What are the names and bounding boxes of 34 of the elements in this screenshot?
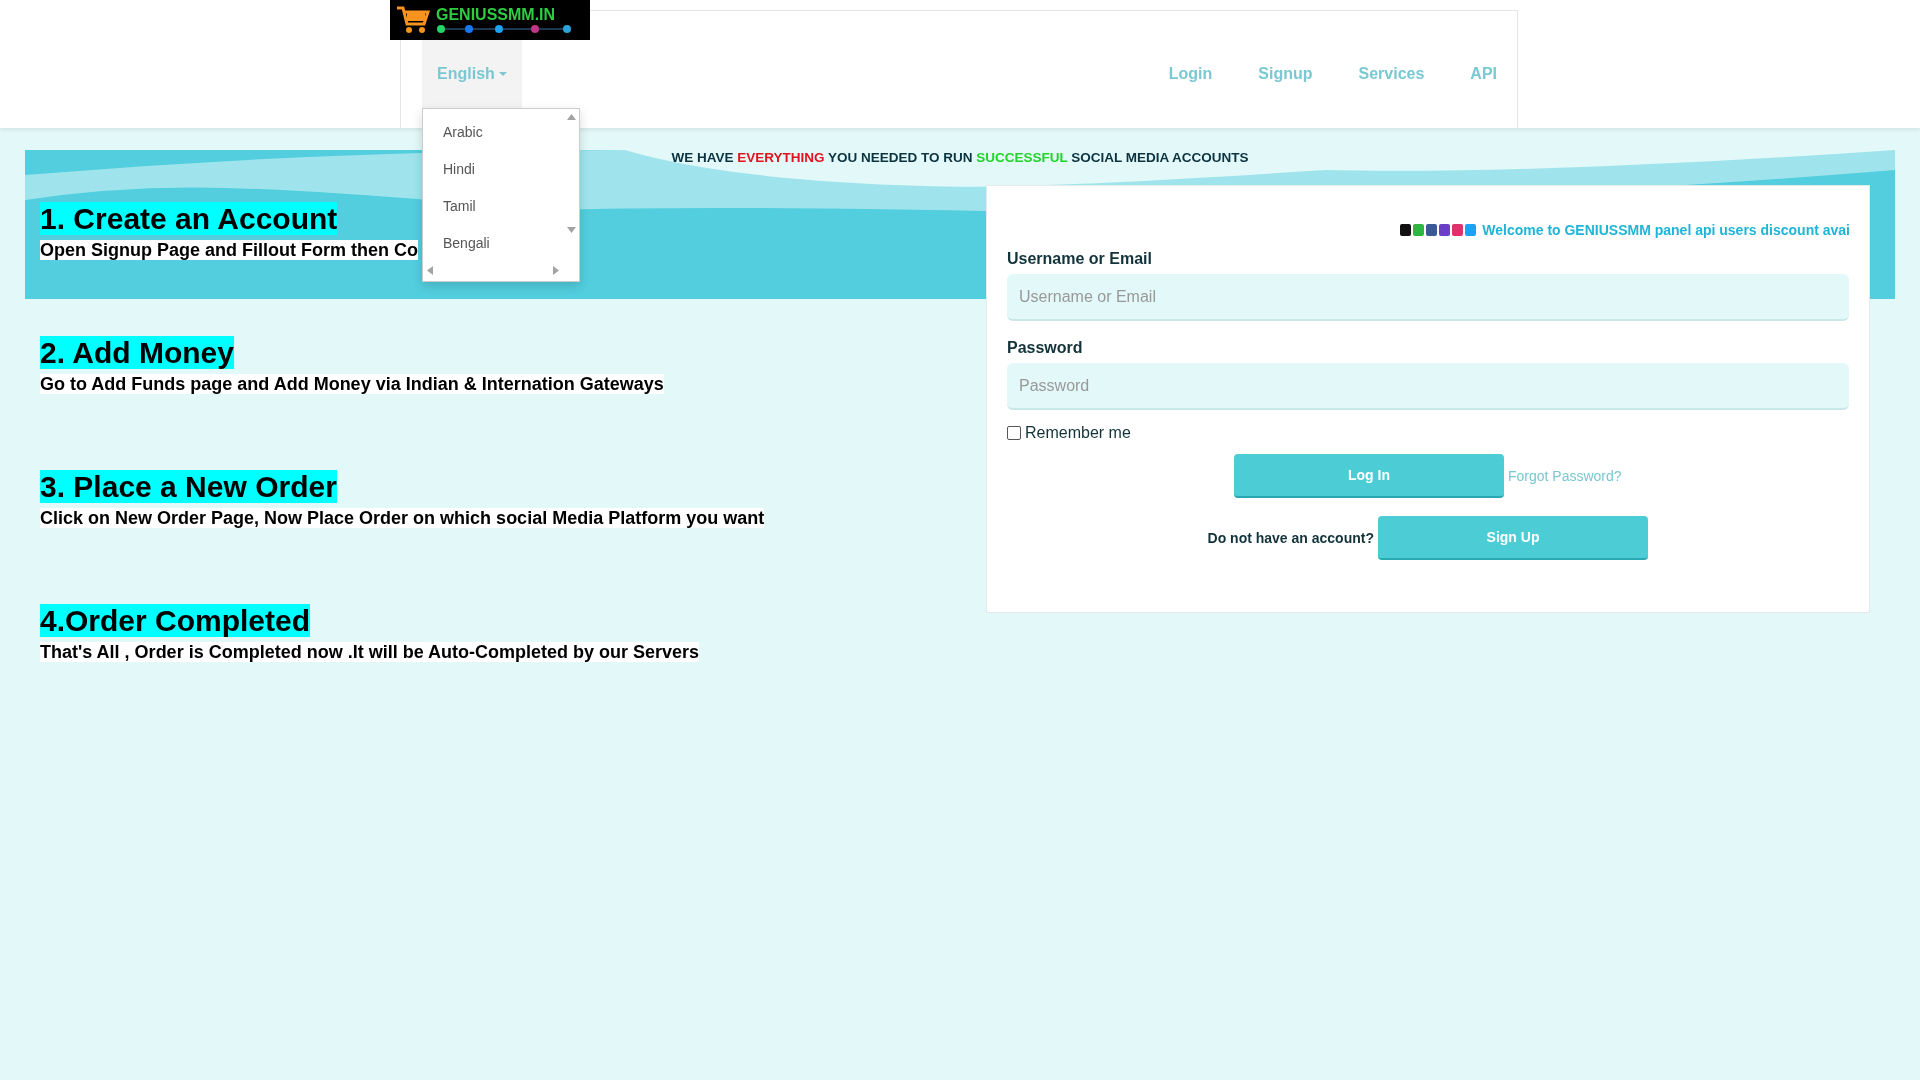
logo-text: GENIUSSMM.IN <box>436 6 557 24</box>
language-option[interactable]: Tamil <box>423 188 579 225</box>
nav-link[interactable]: Signup <box>1258 65 1313 83</box>
language-option[interactable]: Hindi <box>423 151 579 188</box>
signup-button[interactable]: Sign Up <box>1378 516 1648 560</box>
language-option[interactable]: Bengali <box>423 225 579 262</box>
step-description: Click on New Order Page, Now Place Order on which social Media Platform you want <box>40 508 765 528</box>
nav-link[interactable]: Login <box>1168 65 1213 83</box>
shopping-cart-icon <box>396 5 430 35</box>
scroll-left-icon[interactable] <box>427 266 433 275</box>
scroll-down-icon[interactable] <box>567 227 576 233</box>
announcement-text: Welcome to GENIUSSMM panel api users discount avai <box>1482 222 1850 238</box>
step-heading: 4.Order Completed <box>40 604 311 637</box>
checkbox-label: Remember me <box>1025 424 1131 442</box>
field-label: Username or Email <box>1007 250 1153 268</box>
caret-icon <box>498 72 507 76</box>
login-button[interactable]: Log In <box>1234 454 1504 498</box>
field-label: Password <box>1007 339 1084 357</box>
step-heading: 3. Place a New Order <box>40 470 337 503</box>
scroll-right-icon[interactable] <box>553 266 559 275</box>
step-description: Open Signup Page and Fillout Form then Co <box>40 240 418 260</box>
scroll-up-icon[interactable] <box>567 114 576 120</box>
forgot-password-link[interactable]: Forgot Password? <box>1508 468 1622 484</box>
tagline: WE HAVE EVERYTHING YOU NEEDED TO RUN SUCCESSFUL SOCIAL MEDIA ACCOUNTS <box>671 150 1249 165</box>
signup-prompt: Do not have an account? <box>1207 530 1374 546</box>
step-heading: 1. Create an Account <box>40 202 338 235</box>
checkbox[interactable] <box>1007 426 1021 440</box>
password-field[interactable]: Password <box>1007 363 1849 410</box>
username-field[interactable]: Username or Email <box>1007 274 1849 321</box>
step-description: Go to Add Funds page and Add Money via Indian & Internation Gateways <box>40 374 664 394</box>
nav-link[interactable]: Services <box>1358 65 1425 83</box>
nav-link[interactable]: API <box>1470 65 1497 83</box>
step-heading: 2. Add Money <box>40 336 234 369</box>
step-description: That's All , Order is Completed now .It will be Auto-Completed by our Servers <box>40 642 700 662</box>
